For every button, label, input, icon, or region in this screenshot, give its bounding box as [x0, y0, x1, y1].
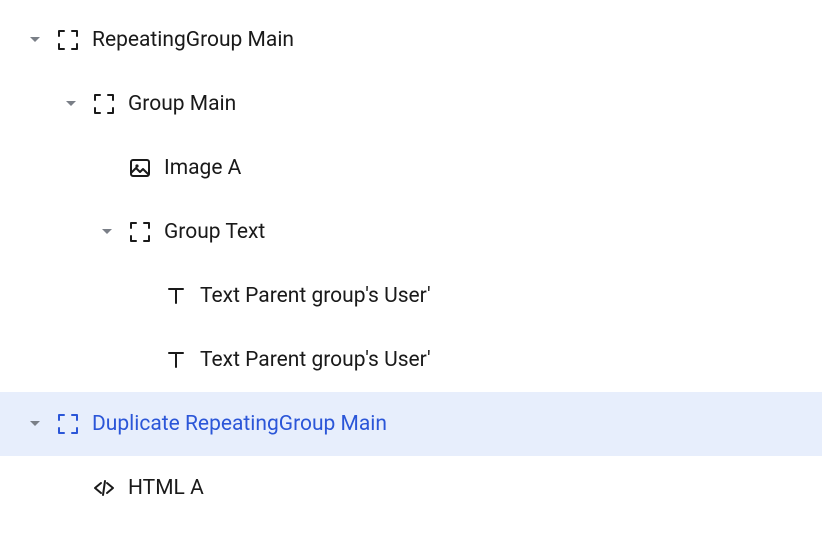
group-icon [128, 220, 152, 244]
tree-item-repeating-group-main[interactable]: RepeatingGroup Main [0, 8, 822, 72]
tree-item-duplicate-repeating-group-main[interactable]: Duplicate RepeatingGroup Main [0, 392, 822, 456]
tree-item-text-user-1[interactable]: Text Parent group's User' [0, 264, 822, 328]
element-tree: RepeatingGroup Main Group Main Image A Grou… [0, 8, 822, 520]
tree-item-label: Group Text [164, 222, 265, 243]
text-icon [164, 284, 188, 308]
tree-item-label: Text Parent group's User' [200, 286, 431, 307]
tree-item-text-user-2[interactable]: Text Parent group's User' [0, 328, 822, 392]
chevron-down-icon[interactable] [28, 33, 42, 47]
group-icon [92, 92, 116, 116]
tree-item-label: Image A [164, 158, 241, 179]
group-icon [56, 28, 80, 52]
tree-item-label: Duplicate RepeatingGroup Main [92, 414, 387, 435]
tree-item-image-a[interactable]: Image A [0, 136, 822, 200]
tree-item-label: Text Parent group's User' [200, 350, 431, 371]
tree-item-group-main[interactable]: Group Main [0, 72, 822, 136]
chevron-down-icon[interactable] [64, 97, 78, 111]
image-icon [128, 156, 152, 180]
text-icon [164, 348, 188, 372]
tree-item-html-a[interactable]: HTML A [0, 456, 822, 520]
tree-item-label: HTML A [128, 478, 204, 499]
chevron-down-icon[interactable] [28, 417, 42, 431]
chevron-down-icon[interactable] [100, 225, 114, 239]
html-icon [92, 476, 116, 500]
tree-item-label: RepeatingGroup Main [92, 30, 294, 51]
tree-item-group-text[interactable]: Group Text [0, 200, 822, 264]
tree-item-label: Group Main [128, 94, 236, 115]
group-icon [56, 412, 80, 436]
